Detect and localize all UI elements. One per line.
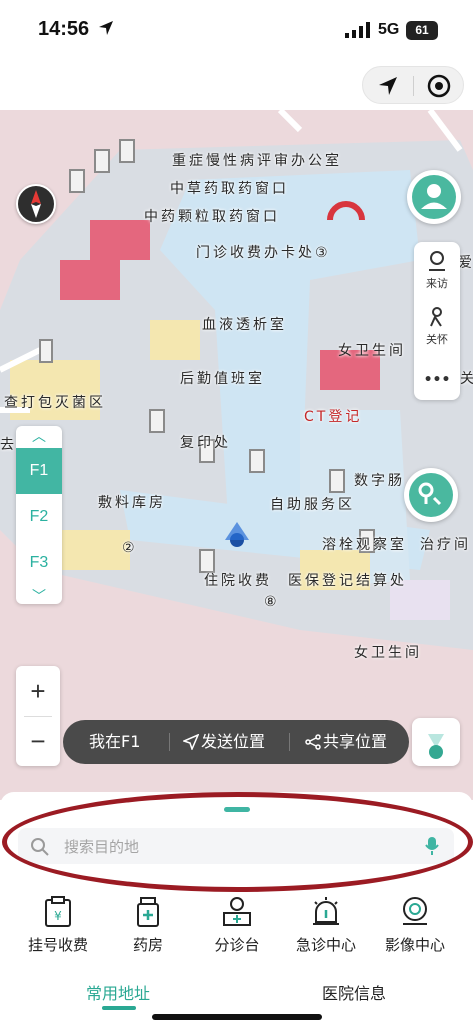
care-label: 关怀 xyxy=(426,333,448,346)
visit-label: 来访 xyxy=(426,277,448,290)
indoor-map[interactable]: 重症慢性病评审办公室 中草药取药窗口 中药颗粒取药窗口 门诊收费办卡处③ 血液透… xyxy=(0,110,473,800)
location-arrow-icon xyxy=(99,21,113,35)
svg-text:¥: ¥ xyxy=(54,909,62,923)
registration-icon: ¥ xyxy=(45,896,71,927)
map-label[interactable]: 重症慢性病评审办公室 xyxy=(172,150,342,170)
map-label[interactable]: 门诊收费办卡处③ xyxy=(196,242,331,262)
map-label[interactable]: 住院收费 xyxy=(204,570,272,590)
my-location-icon xyxy=(428,734,444,759)
home-indicator xyxy=(152,1014,322,1020)
map-label[interactable]: 自助服务区 xyxy=(270,494,355,514)
map-label[interactable]: 敷料库房 xyxy=(98,492,166,512)
map-label[interactable]: 去 xyxy=(0,434,17,454)
tab-common-addresses[interactable]: 常用地址 xyxy=(86,980,150,1004)
compass-icon[interactable] xyxy=(16,184,56,224)
map-label[interactable]: 爱 xyxy=(458,252,473,272)
send-location-button[interactable]: 发送位置 xyxy=(201,720,265,764)
pin-icon xyxy=(429,251,445,271)
floor-f1[interactable]: F1 xyxy=(16,448,62,494)
signal-icon xyxy=(345,22,370,38)
care-button[interactable]: 关怀 xyxy=(414,306,460,347)
share-icon xyxy=(305,734,321,750)
status-bar: 14:56 5G 61 xyxy=(0,0,473,62)
battery-level: 61 xyxy=(406,21,438,40)
map-label[interactable]: 女卫生间 xyxy=(338,340,406,360)
active-tab-indicator xyxy=(102,1006,136,1010)
my-location-button[interactable] xyxy=(412,718,460,766)
location-bar: 我在F1 发送位置 共享位置 xyxy=(63,720,409,764)
quick-triage[interactable]: 分诊台 xyxy=(192,896,282,955)
visit-button[interactable]: 来访 xyxy=(414,250,460,291)
share-location-button[interactable]: 共享位置 xyxy=(323,720,387,764)
bottom-sheet: 搜索目的地 ¥ 挂号收费 药房 分诊台 急诊中心 影像中心 常用地址 医院信息 xyxy=(0,792,473,1023)
tab-bar: 常用地址 医院信息 xyxy=(0,976,473,1016)
map-label[interactable]: 溶栓观察室 xyxy=(322,534,407,554)
map-marker-number[interactable]: ⑧ xyxy=(264,594,280,610)
current-floor-label[interactable]: 我在F1 xyxy=(89,720,140,764)
map-label[interactable]: 血液透析室 xyxy=(202,314,287,334)
quick-label: 药房 xyxy=(132,936,163,954)
quick-label: 影像中心 xyxy=(384,936,445,954)
user-avatar-button[interactable] xyxy=(407,170,461,224)
divider xyxy=(169,733,170,751)
search-input[interactable]: 搜索目的地 xyxy=(18,828,454,864)
quick-label: 挂号收费 xyxy=(27,936,88,954)
close-miniprogram-icon[interactable] xyxy=(426,73,452,99)
map-label[interactable]: 女卫生间 xyxy=(354,642,422,662)
emergency-light-icon xyxy=(313,897,339,925)
zoom-in-button[interactable]: + xyxy=(16,666,60,716)
map-label[interactable]: CT登记 xyxy=(304,406,362,426)
quick-emergency[interactable]: 急诊中心 xyxy=(281,896,371,955)
zoom-control: + − xyxy=(16,666,60,766)
route-button[interactable] xyxy=(404,468,458,522)
quick-label: 急诊中心 xyxy=(295,936,356,954)
send-icon xyxy=(183,734,199,750)
floor-down-icon[interactable]: ﹀ xyxy=(16,586,62,604)
divider xyxy=(289,733,290,751)
floor-up-icon[interactable]: ︿ xyxy=(16,426,62,448)
map-tools-panel: 来访 关怀 ••• xyxy=(414,242,460,400)
floor-f3[interactable]: F3 xyxy=(16,540,62,586)
map-label[interactable]: 中草药取药窗口 xyxy=(170,178,289,198)
map-label[interactable]: 医保登记结算处 xyxy=(288,570,407,590)
quick-registration[interactable]: ¥ 挂号收费 xyxy=(13,896,103,955)
sheet-grabber[interactable] xyxy=(224,807,250,812)
map-label[interactable]: 中药颗粒取药窗口 xyxy=(144,206,280,226)
capsule-divider xyxy=(413,76,414,96)
pharmacy-icon xyxy=(137,897,159,927)
quick-pharmacy[interactable]: 药房 xyxy=(103,896,193,955)
map-label[interactable]: 关 xyxy=(460,368,473,388)
imaging-scanner-icon xyxy=(403,897,427,925)
navigate-icon[interactable] xyxy=(375,73,401,99)
search-icon xyxy=(31,838,49,856)
map-label[interactable]: 复印处 xyxy=(180,432,231,452)
zoom-out-button[interactable]: − xyxy=(16,716,60,766)
search-placeholder: 搜索目的地 xyxy=(64,838,140,856)
triage-desk-icon xyxy=(223,897,251,926)
elder-care-icon xyxy=(430,307,442,327)
microphone-icon[interactable] xyxy=(424,836,440,856)
more-button[interactable]: ••• xyxy=(414,372,460,388)
miniprogram-capsule xyxy=(362,66,464,104)
tab-hospital-info[interactable]: 医院信息 xyxy=(322,980,386,1004)
route-icon xyxy=(409,473,453,517)
map-label[interactable]: 数字肠 xyxy=(354,470,405,490)
quick-imaging[interactable]: 影像中心 xyxy=(370,896,460,955)
quick-label: 分诊台 xyxy=(214,936,260,954)
header xyxy=(0,62,473,110)
map-marker-number[interactable]: ② xyxy=(122,540,138,556)
status-time: 14:56 xyxy=(38,18,90,40)
floor-f2[interactable]: F2 xyxy=(16,494,62,540)
map-label[interactable]: 后勤值班室 xyxy=(180,368,265,388)
floor-switcher: ︿ F1 F2 F3 ﹀ xyxy=(16,426,62,604)
user-icon xyxy=(412,175,456,219)
map-label[interactable]: 治疗间 xyxy=(420,534,471,554)
map-label[interactable]: 查打包灭菌区 xyxy=(4,392,106,412)
screen: 14:56 5G 61 重症慢性病评审办公室 中草药取药窗口 中药颗粒取药窗口 … xyxy=(0,0,473,1023)
network-type: 5G xyxy=(378,21,400,38)
